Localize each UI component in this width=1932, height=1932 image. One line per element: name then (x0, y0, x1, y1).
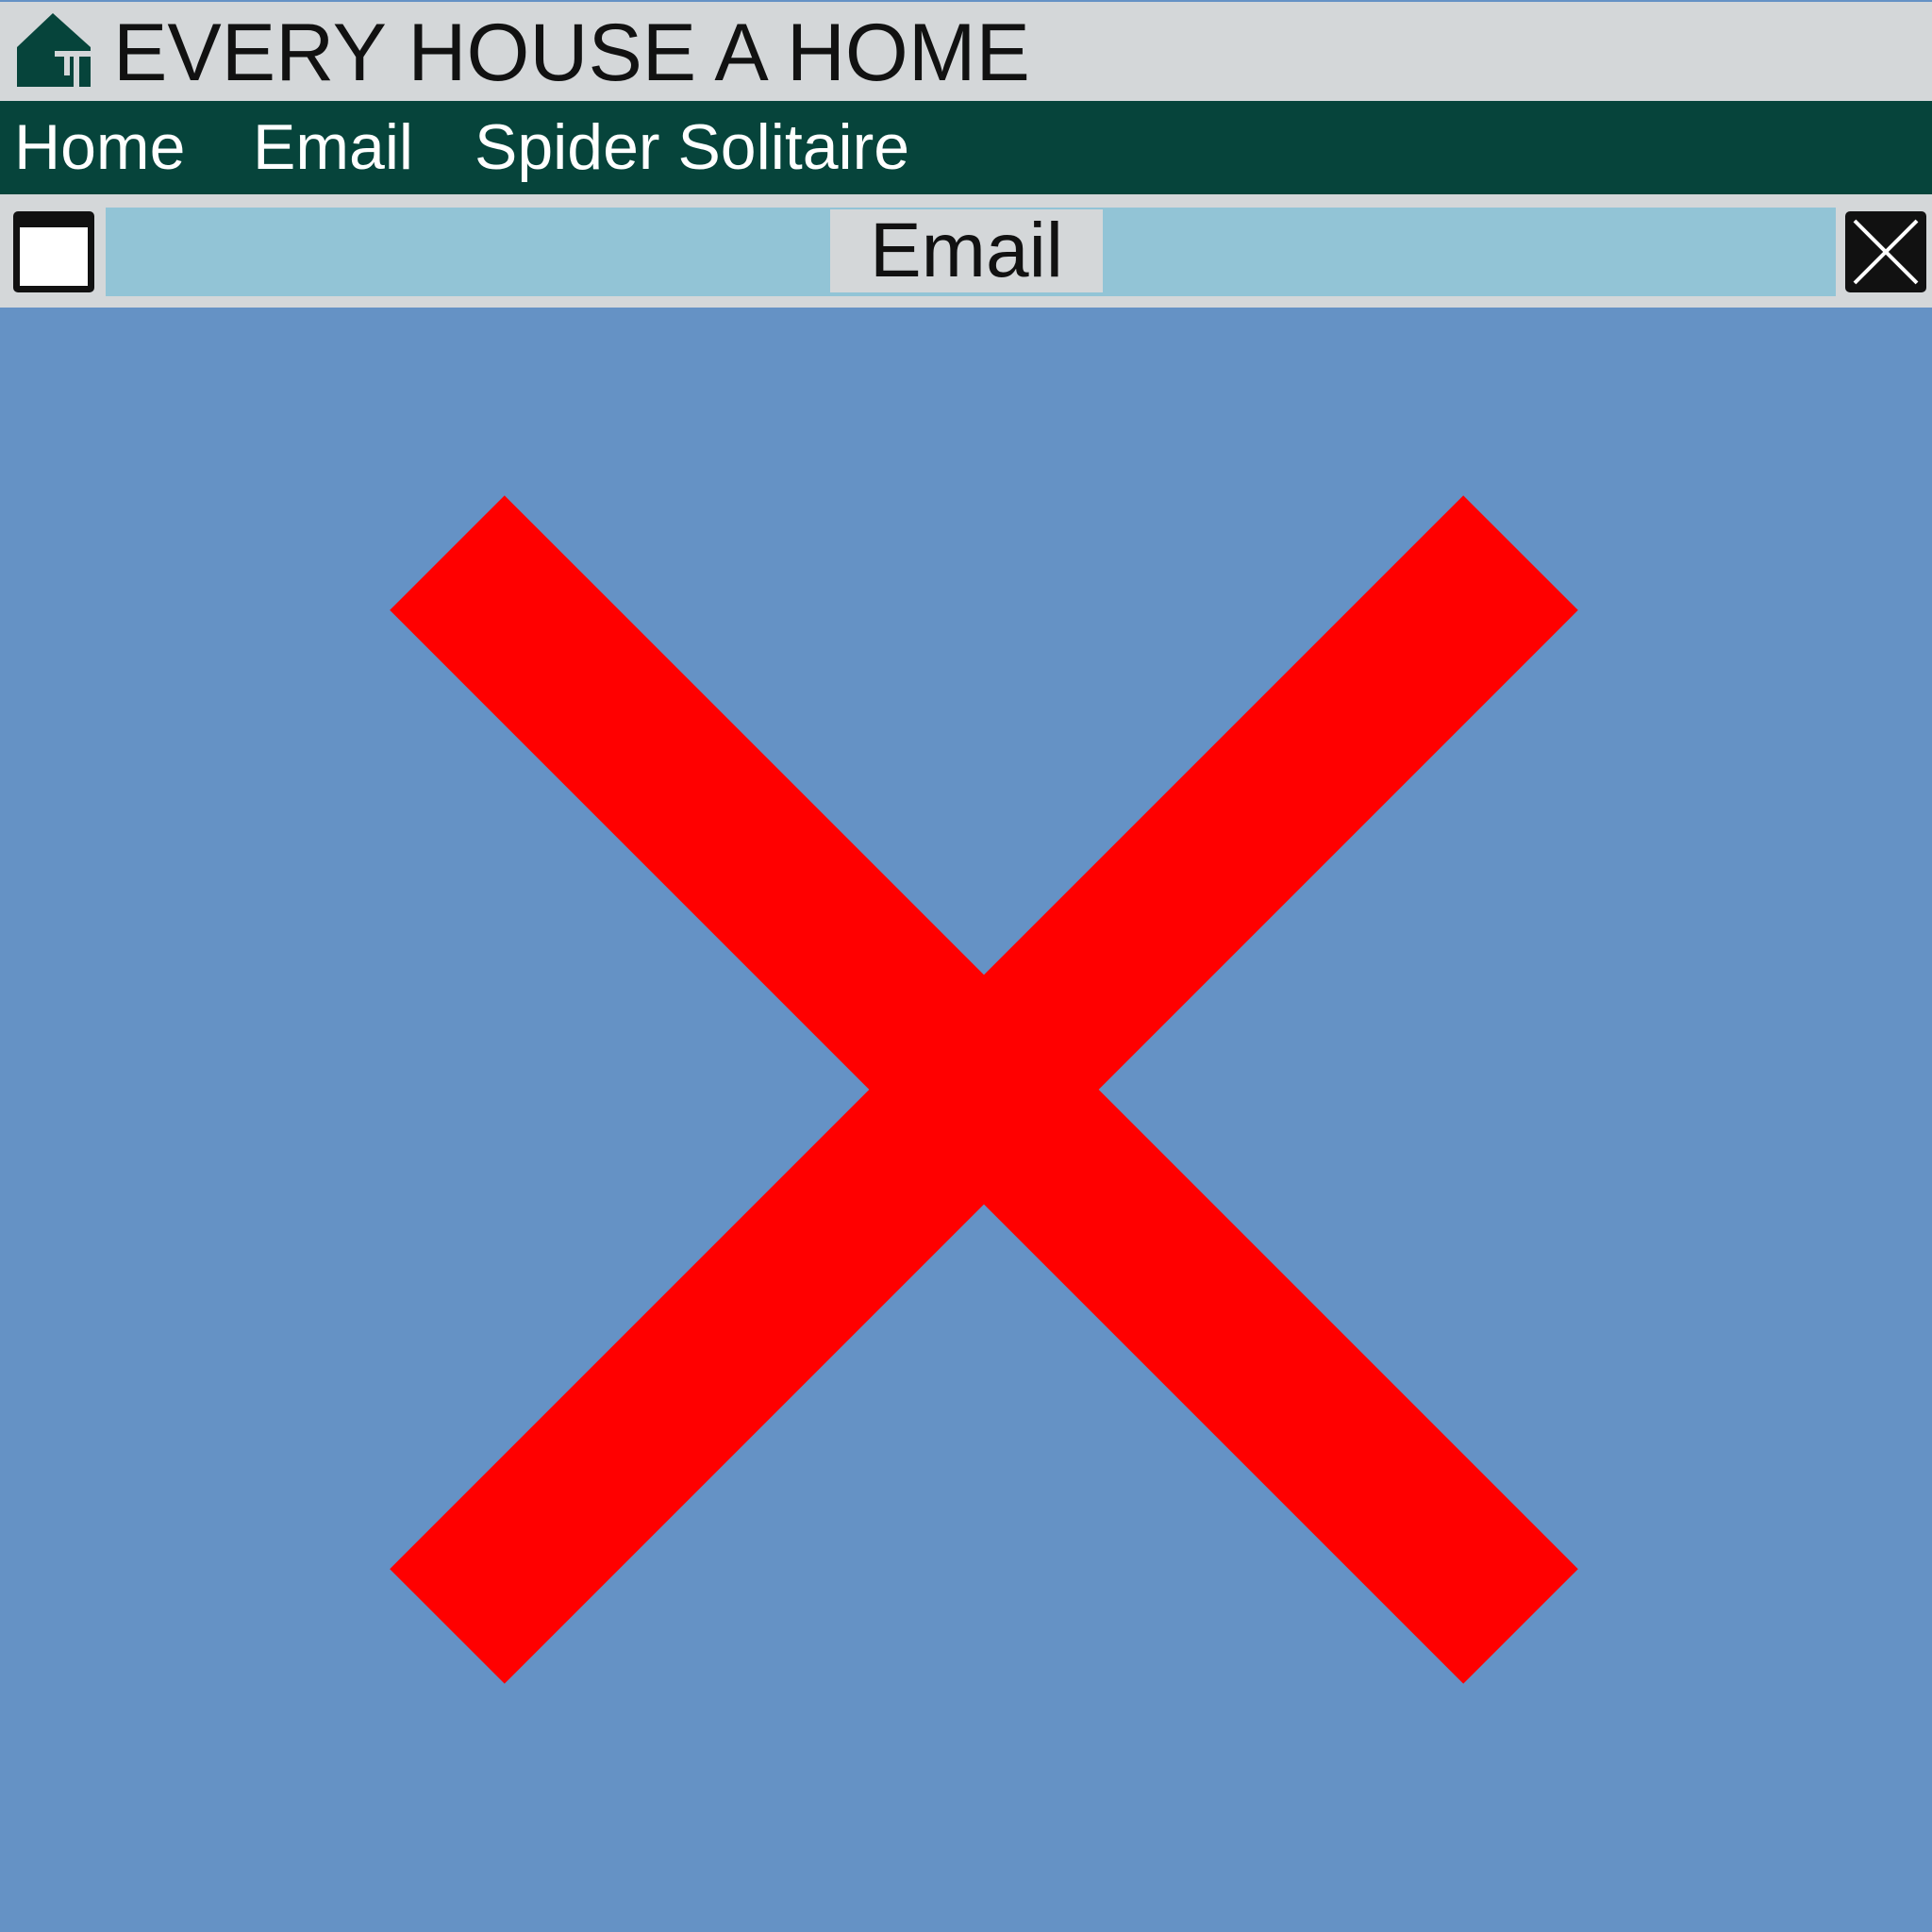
error-x-icon (390, 495, 1578, 1684)
